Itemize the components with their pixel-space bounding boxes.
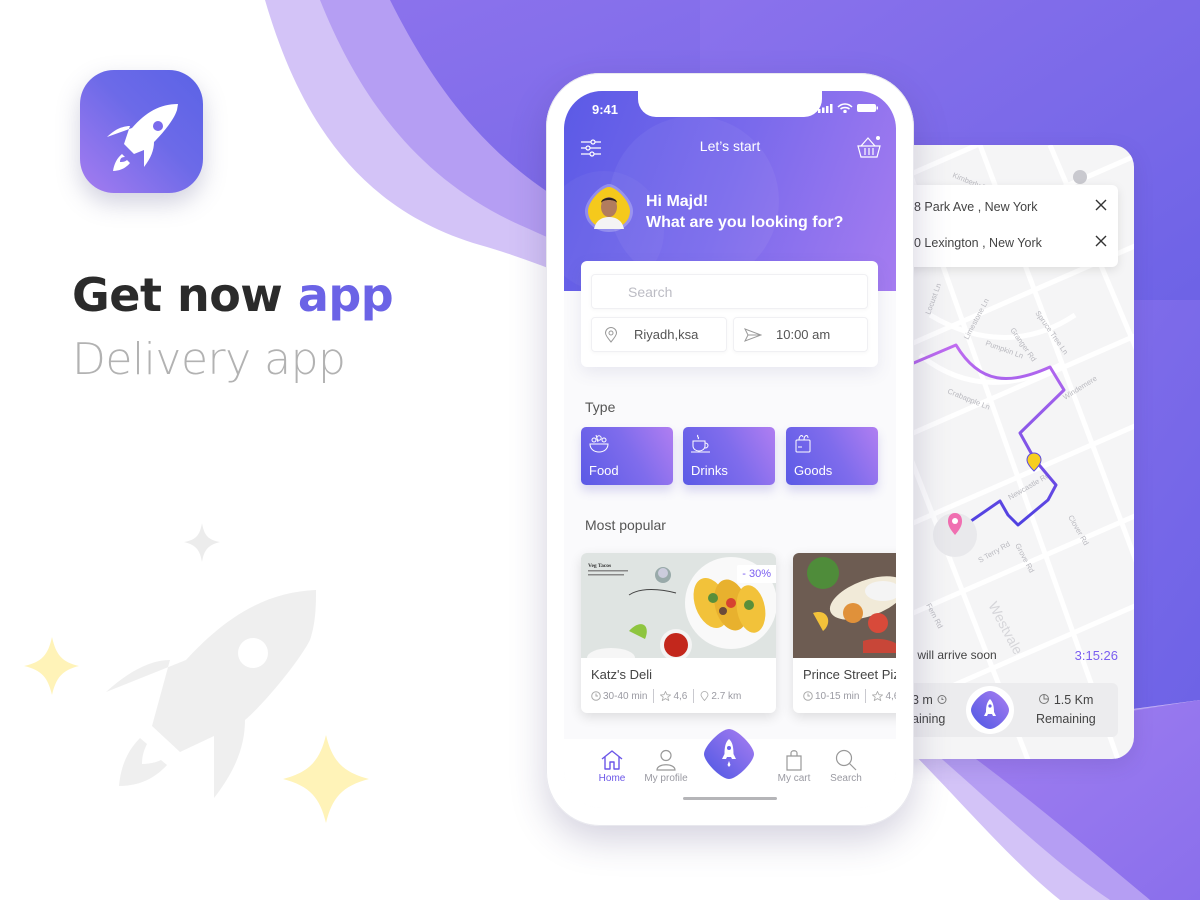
address-pickup[interactable]: 8 Park Ave , New York xyxy=(900,189,1118,225)
address-text: 8 Park Ave , New York xyxy=(914,200,1038,214)
clock-icon xyxy=(803,691,813,701)
center-rocket-button[interactable] xyxy=(700,725,758,783)
distance: 2.7 km xyxy=(711,690,742,702)
headline-main: Get now xyxy=(72,268,298,322)
street-label: Locust Ln xyxy=(923,282,943,316)
notch xyxy=(638,91,822,117)
coffee-cup-icon xyxy=(691,434,710,453)
restaurant-name: Katz's Deli xyxy=(591,667,653,682)
status-time: 9:41 xyxy=(592,102,619,117)
rating: 4,6 xyxy=(673,690,688,702)
salad-bowl-icon xyxy=(589,434,609,453)
status-icons xyxy=(818,103,878,113)
time-value: 10:00 am xyxy=(776,327,831,342)
popular-section-title: Most popular xyxy=(585,517,666,533)
star-icon xyxy=(283,735,369,823)
star-icon xyxy=(24,637,79,695)
location-field[interactable]: Riyadh,ksa xyxy=(591,317,727,352)
timer-icon xyxy=(1039,694,1050,704)
basket-icon[interactable] xyxy=(856,134,882,160)
poi-icon xyxy=(1073,170,1087,184)
type-drinks-button[interactable]: Drinks xyxy=(683,427,775,485)
remaining-time: 3 m aining xyxy=(912,691,948,729)
phone-screen: 9:41 Let’s start Hi Majd! What are you l… xyxy=(564,91,896,808)
location-pin-icon xyxy=(604,326,618,343)
tab-label: My profile xyxy=(644,773,688,784)
rocket-icon xyxy=(107,104,178,171)
search-input[interactable] xyxy=(591,274,868,309)
search-icon xyxy=(835,749,857,771)
food-image xyxy=(793,553,896,658)
address-text: 0 Lexington , New York xyxy=(914,236,1042,250)
tab-search[interactable]: Search xyxy=(818,749,874,784)
rating: 4,6 xyxy=(885,690,896,702)
phone-mockup: 9:41 Let’s start Hi Majd! What are you l… xyxy=(546,73,914,826)
restaurant-meta: 30-40 min 4,6 2.7 km xyxy=(591,689,741,703)
close-icon[interactable] xyxy=(1094,198,1108,212)
street-label: S Terry Rd xyxy=(977,539,1012,564)
search-card: Riyadh,ksa 10:00 am xyxy=(581,261,878,367)
tab-label: Search xyxy=(830,773,862,784)
type-label: Drinks xyxy=(691,463,728,478)
street-label: Newcastle Rd xyxy=(1007,471,1052,502)
close-icon[interactable] xyxy=(1094,234,1108,248)
avatar[interactable] xyxy=(584,183,634,233)
type-goods-button[interactable]: Goods xyxy=(786,427,878,485)
remaining-distance-value: 1.5 Km xyxy=(1053,693,1094,707)
notification-dot xyxy=(876,136,880,140)
type-label: Food xyxy=(589,463,619,478)
street-label: Fern Rd xyxy=(924,602,945,630)
star-icon xyxy=(184,523,220,562)
tab-label: My cart xyxy=(777,773,811,784)
restaurant-card[interactable]: Veg Tacos - 30% Katz's Deli 30-40 min 4,… xyxy=(581,553,776,713)
user-icon xyxy=(656,749,676,771)
location-value: Riyadh,ksa xyxy=(634,327,699,342)
tab-home[interactable]: Home xyxy=(584,749,640,784)
time-field[interactable]: 10:00 am xyxy=(733,317,868,352)
restaurant-card[interactable]: Prince Street Pizza 10-15 min 4,6 xyxy=(793,553,896,713)
location-pin-icon xyxy=(700,691,709,701)
arrival-text: r will arrive soon xyxy=(910,648,997,662)
rocket-button[interactable] xyxy=(966,686,1014,734)
send-arrow-icon xyxy=(744,328,762,342)
arrival-timer: 3:15:26 xyxy=(1074,648,1118,663)
address-dropoff[interactable]: 0 Lexington , New York xyxy=(900,225,1118,261)
battery-icon xyxy=(857,104,878,112)
greeting: Hi Majd! What are you looking for? xyxy=(646,191,843,233)
discount-badge: - 30% xyxy=(737,565,776,583)
star-icon xyxy=(660,691,672,701)
image-caption: Veg Tacos xyxy=(588,563,611,569)
subline: Delivery app xyxy=(72,334,346,385)
tab-label: Home xyxy=(598,773,626,784)
clock-icon xyxy=(591,691,601,701)
signal-icon xyxy=(818,104,833,113)
alarm-clock-icon xyxy=(937,695,947,704)
home-icon xyxy=(601,750,623,770)
remaining-distance: 1.5 Km Remaining xyxy=(1036,691,1096,729)
restaurant-meta: 10-15 min 4,6 xyxy=(803,689,896,703)
remaining-distance-label: Remaining xyxy=(1036,712,1096,726)
tab-my-cart[interactable]: My cart xyxy=(766,749,822,784)
grocery-bag-icon xyxy=(795,435,811,453)
header-title: Let’s start xyxy=(699,138,761,154)
remaining-time-label: aining xyxy=(912,712,946,726)
app-icon xyxy=(80,70,203,193)
greeting-name: Hi Majd! xyxy=(646,193,709,210)
headline-accent: app xyxy=(297,268,394,322)
type-section-title: Type xyxy=(585,399,616,415)
home-indicator xyxy=(683,797,777,800)
delivery-time: 30-40 min xyxy=(603,690,648,702)
remaining-time-value: 3 m xyxy=(912,693,933,707)
shopping-bag-icon xyxy=(786,750,802,771)
headline: Get now app xyxy=(72,268,394,322)
restaurant-name: Prince Street Pizza xyxy=(803,667,896,682)
greeting-question: What are you looking for? xyxy=(646,214,844,231)
type-label: Goods xyxy=(794,463,833,478)
tab-my-profile[interactable]: My profile xyxy=(638,749,694,784)
delivery-time: 10-15 min xyxy=(815,690,860,702)
star-icon xyxy=(872,691,884,701)
wifi-icon xyxy=(837,103,853,113)
address-box: 8 Park Ave , New York 0 Lexington , New … xyxy=(900,185,1118,267)
type-food-button[interactable]: Food xyxy=(581,427,673,485)
